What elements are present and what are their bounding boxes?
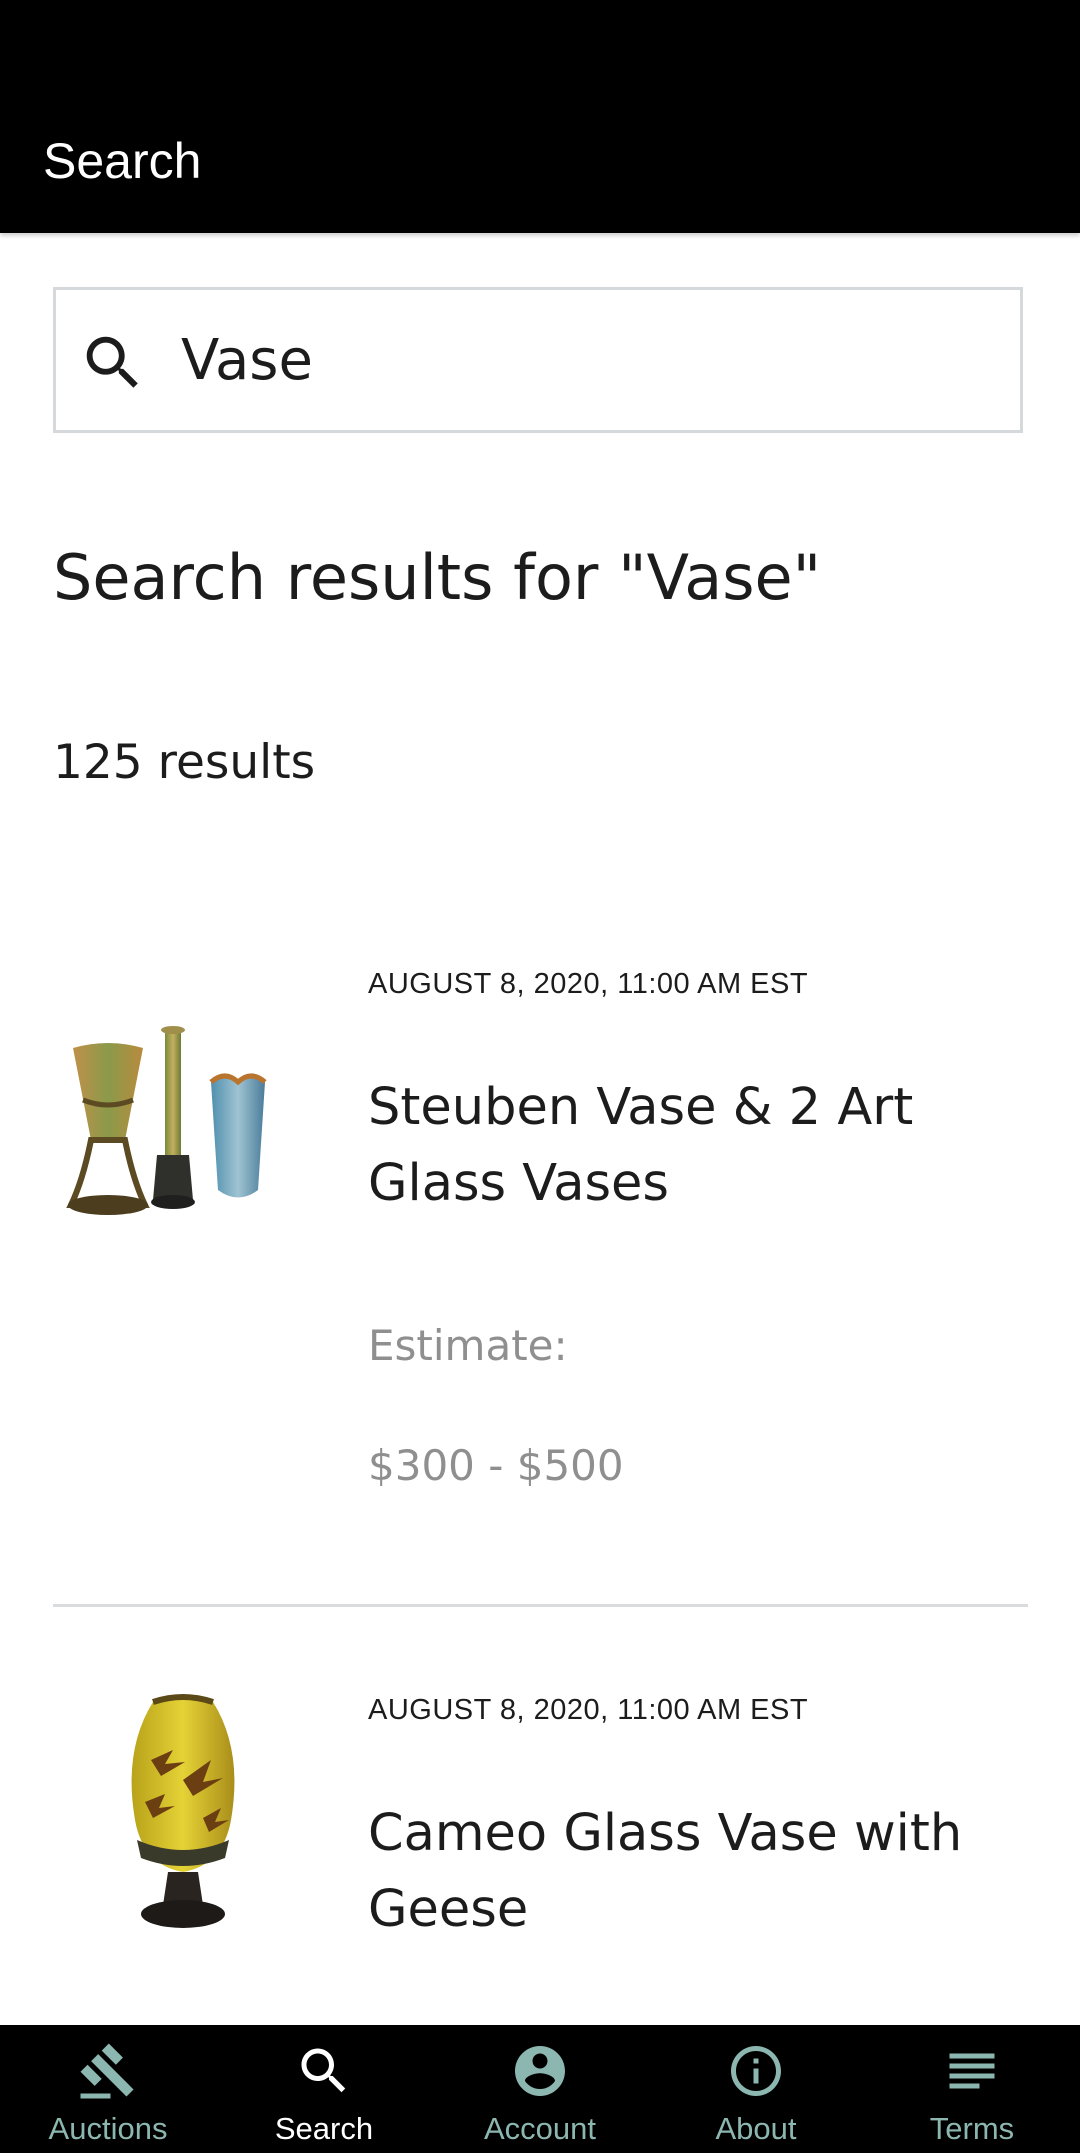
nav-item-terms[interactable]: Terms [864,2025,1080,2153]
search-icon [301,2048,346,2093]
app-header: Search [0,0,1080,233]
nav-label: Search [274,2111,374,2146]
info-icon [731,2046,781,2096]
divider [53,1604,1028,1607]
results-heading: Search results for "Vase" [53,541,822,614]
result-date: AUGUST 8, 2020, 11:00 AM EST [368,1694,809,1726]
search-field[interactable] [53,287,1023,433]
nav-item-search[interactable]: Search [216,2025,432,2153]
nav-item-about[interactable]: About [648,2025,864,2153]
estimate-label: Estimate: [368,1321,568,1370]
account-icon [515,2046,565,2096]
terms-icon [949,2053,995,2089]
bottom-navigation: Auctions Search Account About Terms [0,2025,1080,2153]
cameo-vase-thumbnail [131,1694,235,1928]
nav-label: About [715,2111,797,2146]
result-date: AUGUST 8, 2020, 11:00 AM EST [368,968,809,1000]
estimate-value: $300 - $500 [368,1441,624,1490]
gavel-icon [80,2043,134,2099]
search-input[interactable] [181,310,1001,410]
nav-item-account[interactable]: Account [432,2025,648,2153]
result-item[interactable]: AUGUST 8, 2020, 11:00 AM EST Cameo Glass… [53,1684,1028,2024]
nav-label: Account [483,2111,596,2146]
results-count: 125 results [53,735,316,790]
result-title[interactable]: Steuben Vase & 2 Art Glass Vases [368,1070,1008,1222]
search-icon [86,336,138,388]
result-title[interactable]: Cameo Glass Vase with Geese [368,1796,1008,1948]
nav-label: Terms [929,2111,1015,2146]
page-title: Search [43,133,202,189]
nav-item-auctions[interactable]: Auctions [0,2025,216,2153]
nav-label: Auctions [48,2111,168,2146]
result-item[interactable]: AUGUST 8, 2020, 11:00 AM EST Steuben Vas… [53,960,1028,1520]
vase-set-thumbnail [66,1026,267,1215]
